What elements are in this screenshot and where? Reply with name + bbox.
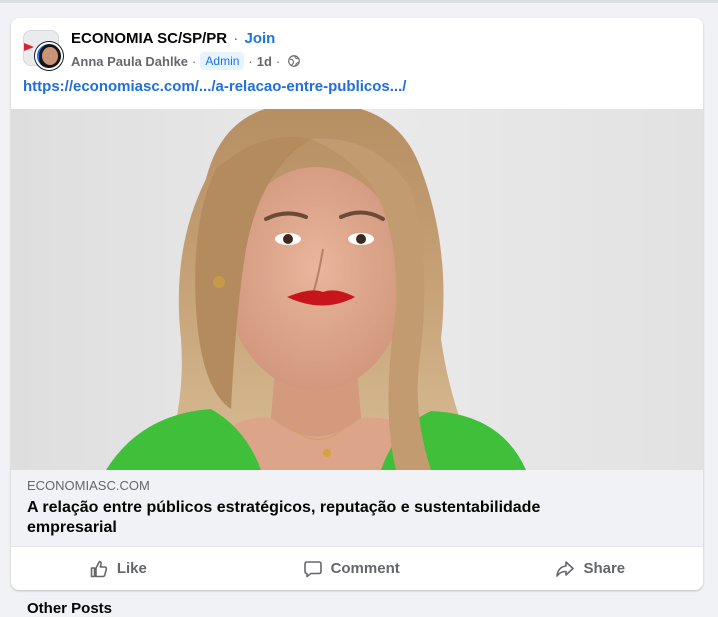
group-logo-mark	[24, 43, 34, 51]
preview-headline[interactable]: A relação entre públicos estratégicos, r…	[27, 498, 627, 538]
globe-icon	[288, 55, 301, 67]
other-posts-heading: Other Posts	[27, 600, 113, 617]
comment-button[interactable]: Comment	[275, 553, 428, 585]
post-timestamp[interactable]: 1d	[257, 54, 272, 69]
link-preview[interactable]: ECONOMIASC.COM A relação entre públicos …	[11, 470, 703, 546]
like-label: Like	[116, 560, 147, 577]
admin-badge: Admin	[200, 52, 245, 70]
share-label: Share	[583, 560, 626, 577]
post-header: ECONOMIA SC/SP/PR · Join Anna Paula Dahl…	[11, 18, 703, 95]
share-button[interactable]: Share	[527, 553, 653, 585]
share-arrow-icon	[555, 559, 575, 579]
article-preview-image[interactable]	[11, 109, 703, 470]
author-avatar[interactable]	[35, 42, 63, 70]
thumbs-up-icon	[89, 559, 109, 579]
title-separator: ·	[233, 30, 239, 47]
comment-label: Comment	[330, 560, 400, 577]
post-card: ECONOMIA SC/SP/PR · Join Anna Paula Dahl…	[11, 18, 703, 590]
post-actions: Like Comment Share	[11, 546, 703, 590]
meta-separator: ·	[192, 53, 197, 69]
post-title-line: ECONOMIA SC/SP/PR · Join	[71, 30, 275, 47]
preview-domain: ECONOMIASC.COM	[27, 478, 150, 493]
post-link[interactable]: https://economiasc.com/.../a-relacao-ent…	[23, 78, 406, 95]
speech-bubble-icon	[303, 559, 323, 579]
join-button[interactable]: Join	[244, 30, 275, 47]
post-meta: Anna Paula Dahlke · Admin · 1d ·	[71, 52, 301, 70]
meta-separator: ·	[248, 53, 253, 69]
top-divider	[0, 0, 718, 3]
avatar-face	[42, 47, 58, 65]
portrait-illustration	[11, 109, 703, 470]
meta-separator: ·	[275, 53, 281, 69]
group-name[interactable]: ECONOMIA SC/SP/PR	[71, 30, 227, 47]
like-button[interactable]: Like	[61, 553, 175, 585]
author-name[interactable]: Anna Paula Dahlke	[71, 54, 188, 69]
